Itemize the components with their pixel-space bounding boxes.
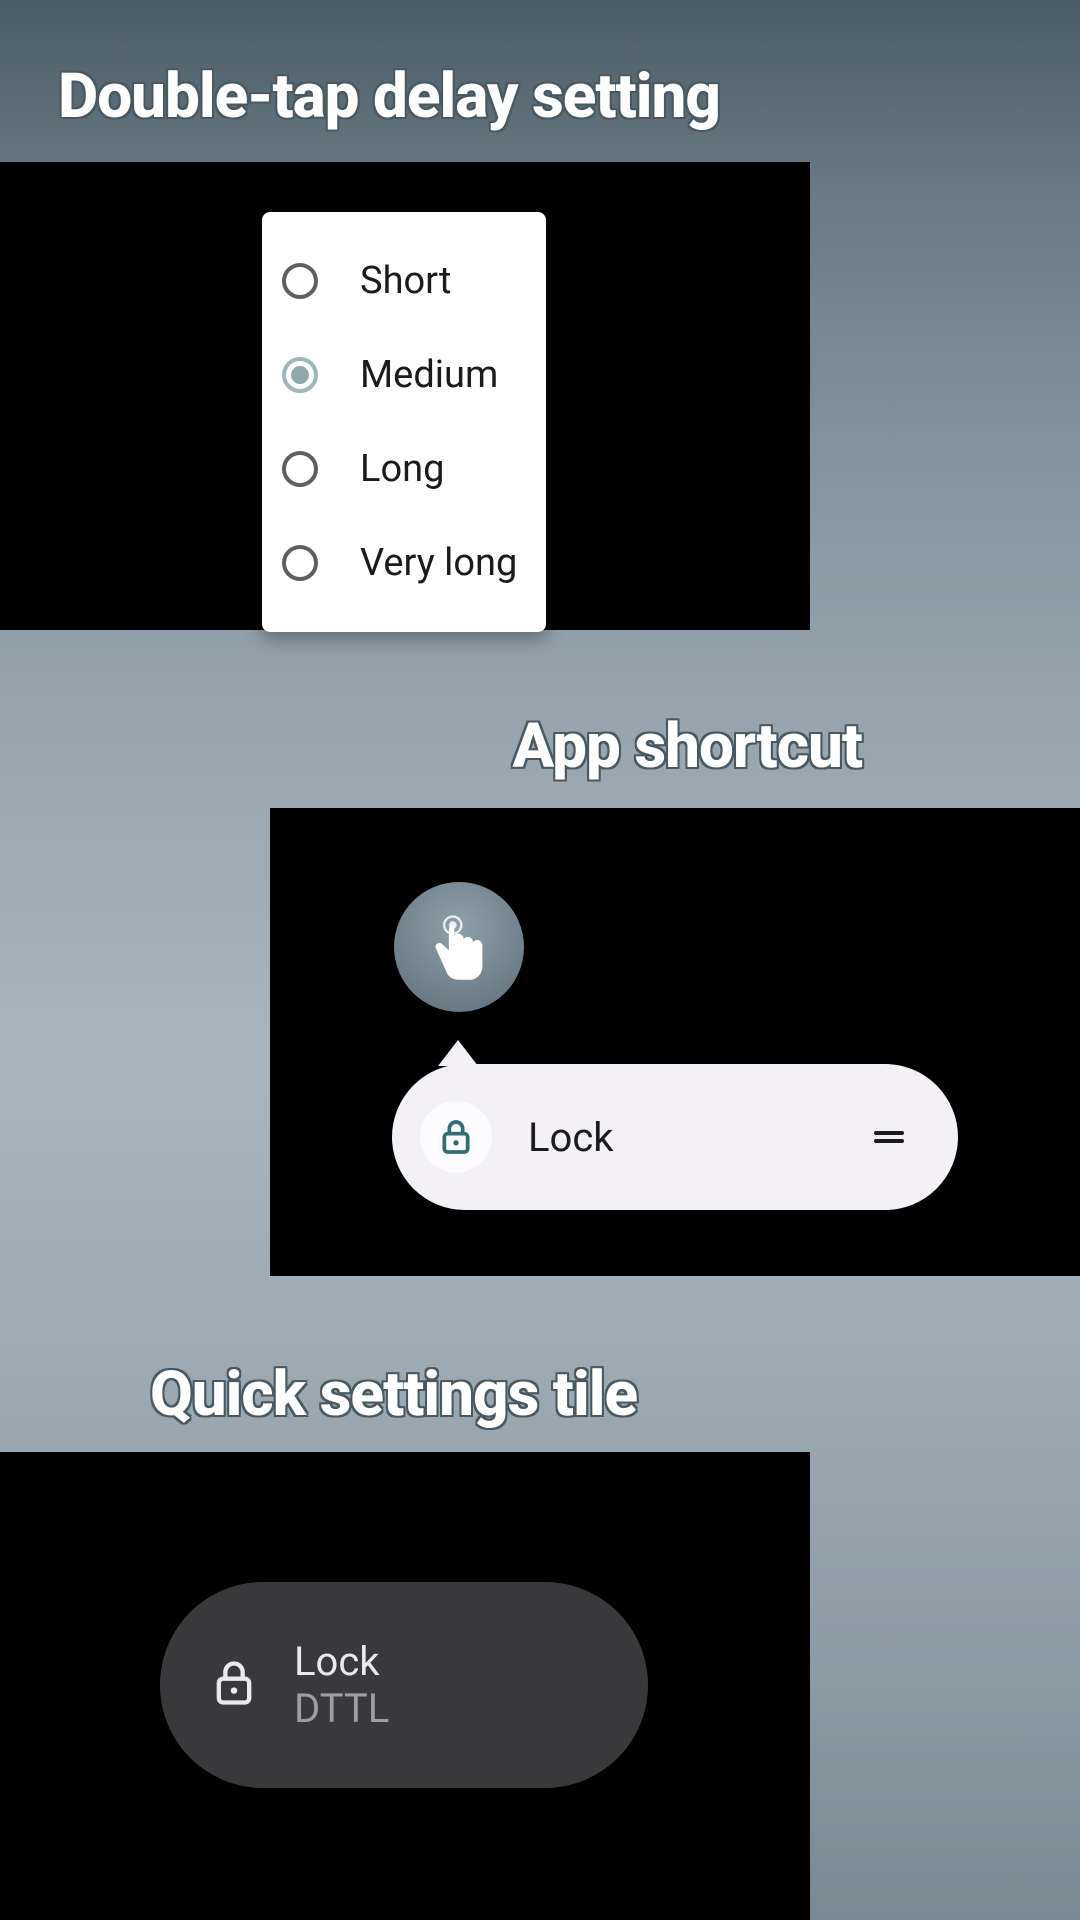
radio-dot-icon xyxy=(291,366,309,384)
app-launcher-icon[interactable] xyxy=(394,882,524,1012)
shortcut-popup-lock[interactable]: Lock xyxy=(392,1064,958,1210)
radio-icon xyxy=(282,451,318,487)
drag-handle-icon[interactable] xyxy=(874,1127,904,1147)
radio-option-long[interactable]: Long xyxy=(282,422,526,516)
lock-icon xyxy=(208,1657,260,1713)
section-title-double-tap-delay: Double-tap delay setting xyxy=(58,60,720,133)
lock-badge xyxy=(420,1101,492,1173)
panel-double-tap-delay: Short Medium Long Very long xyxy=(0,162,810,630)
lock-icon xyxy=(436,1117,476,1157)
radio-option-short[interactable]: Short xyxy=(282,234,526,328)
radio-option-very-long[interactable]: Very long xyxy=(282,516,526,610)
radio-label: Very long xyxy=(360,541,517,585)
radio-option-medium[interactable]: Medium xyxy=(282,328,526,422)
radio-icon-selected xyxy=(282,357,318,393)
tile-title: Lock xyxy=(294,1638,389,1685)
panel-quick-settings-tile: Lock DTTL xyxy=(0,1452,810,1920)
section-title-quick-settings-tile: Quick settings tile xyxy=(150,1358,637,1431)
panel-app-shortcut: Lock xyxy=(270,808,1080,1276)
tile-text: Lock DTTL xyxy=(294,1638,389,1732)
shortcut-label: Lock xyxy=(528,1114,874,1161)
double-tap-delay-radio-group: Short Medium Long Very long xyxy=(262,212,546,632)
section-title-app-shortcut: App shortcut xyxy=(512,710,862,783)
radio-label: Short xyxy=(360,259,451,303)
tile-subtitle: DTTL xyxy=(294,1685,389,1732)
radio-icon xyxy=(282,545,318,581)
touch-hand-icon xyxy=(420,908,498,986)
radio-label: Medium xyxy=(360,353,498,397)
radio-icon xyxy=(282,263,318,299)
quick-settings-tile-lock[interactable]: Lock DTTL xyxy=(160,1582,648,1788)
radio-label: Long xyxy=(360,447,444,491)
